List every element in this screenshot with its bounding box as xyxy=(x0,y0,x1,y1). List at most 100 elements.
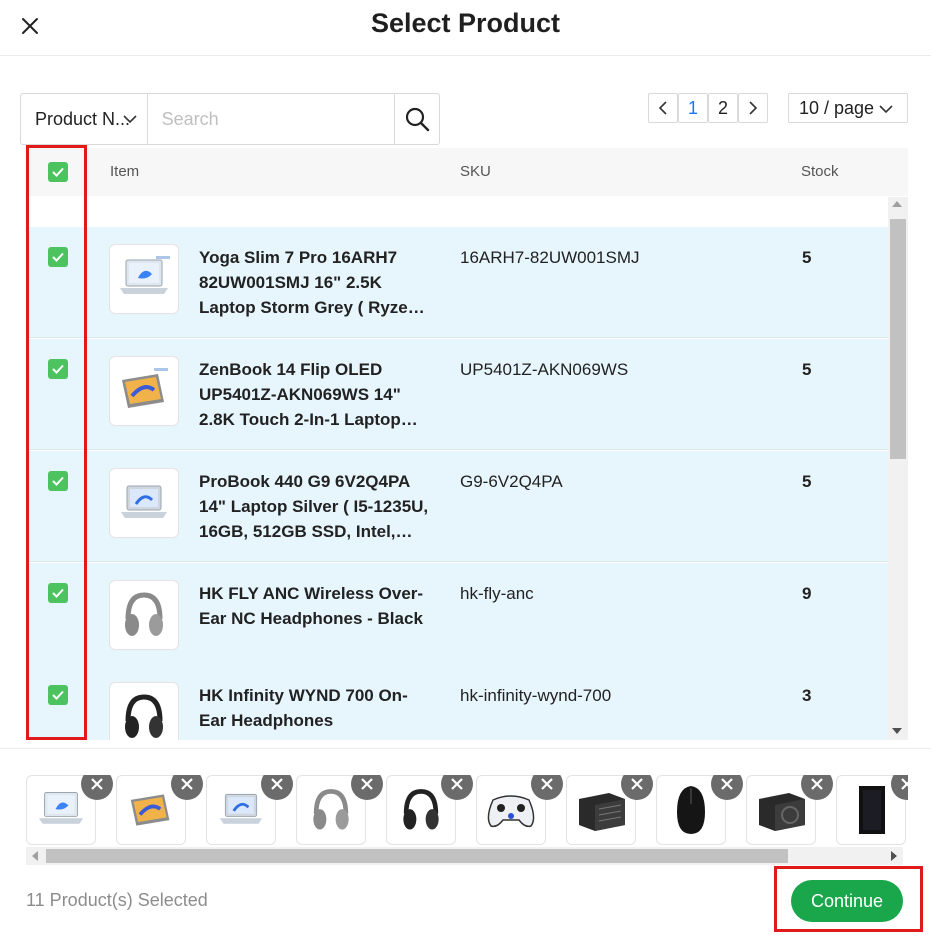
table-row[interactable]: HK FLY ANC Wireless Over-Ear NC Headphon… xyxy=(26,563,888,674)
search-icon xyxy=(405,107,429,132)
scrollbar-thumb[interactable] xyxy=(46,849,788,863)
close-icon xyxy=(361,778,373,790)
selected-product xyxy=(296,775,383,845)
search-input[interactable] xyxy=(147,94,394,144)
remove-selected-button[interactable] xyxy=(81,775,113,800)
column-header-stock: Stock xyxy=(801,163,839,180)
close-icon xyxy=(451,778,463,790)
chevron-down-icon xyxy=(122,115,137,124)
row-checkbox[interactable] xyxy=(48,247,68,267)
next-page-button[interactable] xyxy=(738,93,768,123)
continue-button[interactable]: Continue xyxy=(791,880,903,922)
remove-selected-button[interactable] xyxy=(171,775,203,800)
checkmark-icon xyxy=(52,252,64,262)
item-stock: 5 xyxy=(802,248,812,267)
scroll-right-arrow[interactable] xyxy=(891,851,897,861)
close-icon xyxy=(91,778,103,790)
scroll-up-arrow[interactable] xyxy=(892,201,902,207)
headphones-image xyxy=(109,580,179,650)
flip-laptop-image xyxy=(109,356,179,426)
remove-selected-button[interactable] xyxy=(621,775,653,800)
page-size-label: 10 / page xyxy=(799,97,875,118)
table-header: Item SKU Stock xyxy=(26,148,908,196)
item-sku: 16ARH7-82UW001SMJ xyxy=(460,248,640,267)
checkmark-icon xyxy=(52,476,64,486)
item-name: ProBook 440 G9 6V2Q4PA 14" Laptop Silver… xyxy=(199,472,429,541)
selected-products-strip xyxy=(0,748,931,866)
checkmark-icon xyxy=(52,588,64,598)
selected-strip-scrollbar[interactable] xyxy=(26,847,903,865)
item-sku: hk-infinity-wynd-700 xyxy=(460,686,612,705)
item-stock: 3 xyxy=(802,686,812,705)
checkmark-icon xyxy=(52,690,64,700)
remove-selected-button[interactable] xyxy=(261,775,293,800)
selected-product xyxy=(746,775,833,845)
row-checkbox[interactable] xyxy=(48,471,68,491)
chevron-right-icon xyxy=(749,101,758,115)
search-field-label: Product N... xyxy=(35,108,131,129)
prev-page-button[interactable] xyxy=(648,93,678,123)
remove-selected-button[interactable] xyxy=(441,775,473,800)
headphones-image xyxy=(109,682,179,740)
close-icon xyxy=(541,778,553,790)
row-checkbox[interactable] xyxy=(48,685,68,705)
remove-selected-button[interactable] xyxy=(711,775,743,800)
chevron-down-icon xyxy=(879,105,893,114)
remove-selected-button[interactable] xyxy=(531,775,563,800)
table-row[interactable]: HK Infinity WYND 700 On-Ear Headphones h… xyxy=(26,665,888,740)
selected-product xyxy=(206,775,293,845)
close-icon xyxy=(811,778,823,790)
selected-count: 11 Product(s) Selected xyxy=(26,890,208,910)
page-size-select[interactable]: 10 / page xyxy=(788,93,908,123)
search-field-select[interactable]: Product N... xyxy=(21,94,148,144)
scroll-left-arrow[interactable] xyxy=(32,851,38,861)
modal-header: Select Product xyxy=(0,0,931,56)
table-row[interactable]: ProBook 440 G9 6V2Q4PA 14" Laptop Silver… xyxy=(26,451,888,562)
item-name: HK Infinity WYND 700 On-Ear Headphones xyxy=(199,686,408,730)
row-checkbox[interactable] xyxy=(48,583,68,603)
item-sku: hk-fly-anc xyxy=(460,584,534,603)
scrollbar-thumb[interactable] xyxy=(890,219,906,459)
close-icon xyxy=(271,778,283,790)
page-1-button[interactable]: 1 xyxy=(678,93,708,123)
item-sku: G9-6V2Q4PA xyxy=(460,472,563,491)
close-icon xyxy=(181,778,193,790)
item-name: HK FLY ANC Wireless Over-Ear NC Headphon… xyxy=(199,584,424,628)
selected-product xyxy=(836,775,908,845)
row-checkbox[interactable] xyxy=(48,359,68,379)
selected-product xyxy=(26,775,113,845)
checkmark-icon xyxy=(52,167,64,177)
checkmark-icon xyxy=(52,364,64,374)
item-sku: UP5401Z-AKN069WS xyxy=(460,360,629,379)
table-scrollbar[interactable] xyxy=(888,197,908,740)
item-stock: 5 xyxy=(802,360,812,379)
selected-product xyxy=(116,775,203,845)
search-bar: Product N... xyxy=(20,93,440,145)
item-stock: 9 xyxy=(802,584,812,603)
selected-product xyxy=(386,775,473,845)
column-header-item: Item xyxy=(110,163,140,180)
item-name: Yoga Slim 7 Pro 16ARH7 82UW001SMJ 16" 2.… xyxy=(199,248,419,317)
column-header-sku: SKU xyxy=(460,163,491,180)
close-icon xyxy=(631,778,643,790)
selected-product xyxy=(566,775,653,845)
item-name: ZenBook 14 Flip OLED UP5401Z-AKN069WS 14… xyxy=(199,360,418,429)
close-icon xyxy=(901,778,908,790)
item-stock: 5 xyxy=(802,472,812,491)
table-row[interactable]: ZenBook 14 Flip OLED UP5401Z-AKN069WS 14… xyxy=(26,339,888,450)
selected-product xyxy=(476,775,563,845)
selected-products-list xyxy=(26,775,908,847)
page-2-button[interactable]: 2 xyxy=(708,93,738,123)
close-icon xyxy=(721,778,733,790)
laptop-image xyxy=(109,468,179,538)
selected-product xyxy=(656,775,743,845)
chevron-left-icon xyxy=(658,101,667,115)
remove-selected-button[interactable] xyxy=(801,775,833,800)
page-title: Select Product xyxy=(370,8,561,38)
laptop-image xyxy=(109,244,179,314)
scroll-down-arrow[interactable] xyxy=(892,728,902,734)
search-button[interactable] xyxy=(393,94,439,144)
remove-selected-button[interactable] xyxy=(351,775,383,800)
select-all-checkbox[interactable] xyxy=(48,162,68,182)
table-row[interactable]: Yoga Slim 7 Pro 16ARH7 82UW001SMJ 16" 2.… xyxy=(26,227,888,338)
